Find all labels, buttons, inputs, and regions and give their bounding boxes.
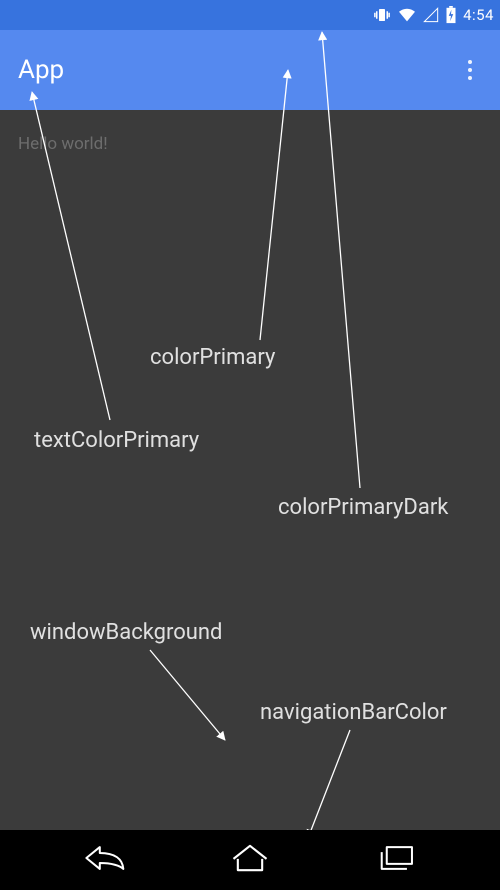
overflow-menu-button[interactable] xyxy=(458,54,482,86)
status-bar: 4:54 xyxy=(0,0,500,30)
annotation-text-color-primary: textColorPrimary xyxy=(34,428,199,453)
back-icon xyxy=(83,842,125,874)
annotation-color-primary-dark: colorPrimaryDark xyxy=(278,495,448,520)
device-frame: 4:54 App Hello world! colorPrimary textC… xyxy=(0,0,500,890)
cell-signal-icon xyxy=(423,7,439,23)
battery-charging-icon xyxy=(445,6,457,24)
vibrate-icon xyxy=(373,6,391,24)
home-button[interactable] xyxy=(230,842,270,878)
annotation-window-background: windowBackground xyxy=(30,620,222,645)
hello-world-text: Hello world! xyxy=(0,110,500,178)
wifi-icon xyxy=(397,7,417,23)
recents-button[interactable] xyxy=(375,842,417,878)
recents-icon xyxy=(375,842,417,874)
overflow-dot-icon xyxy=(468,60,472,64)
annotation-color-primary: colorPrimary xyxy=(150,345,275,370)
annotation-navigation-bar-color: navigationBarColor xyxy=(260,700,447,725)
app-bar-title: App xyxy=(18,55,64,85)
navigation-bar xyxy=(0,830,500,890)
overflow-dot-icon xyxy=(468,76,472,80)
home-icon xyxy=(230,842,270,874)
app-bar: App xyxy=(0,30,500,110)
back-button[interactable] xyxy=(83,842,125,878)
overflow-dot-icon xyxy=(468,68,472,72)
status-bar-time: 4:54 xyxy=(463,6,494,24)
